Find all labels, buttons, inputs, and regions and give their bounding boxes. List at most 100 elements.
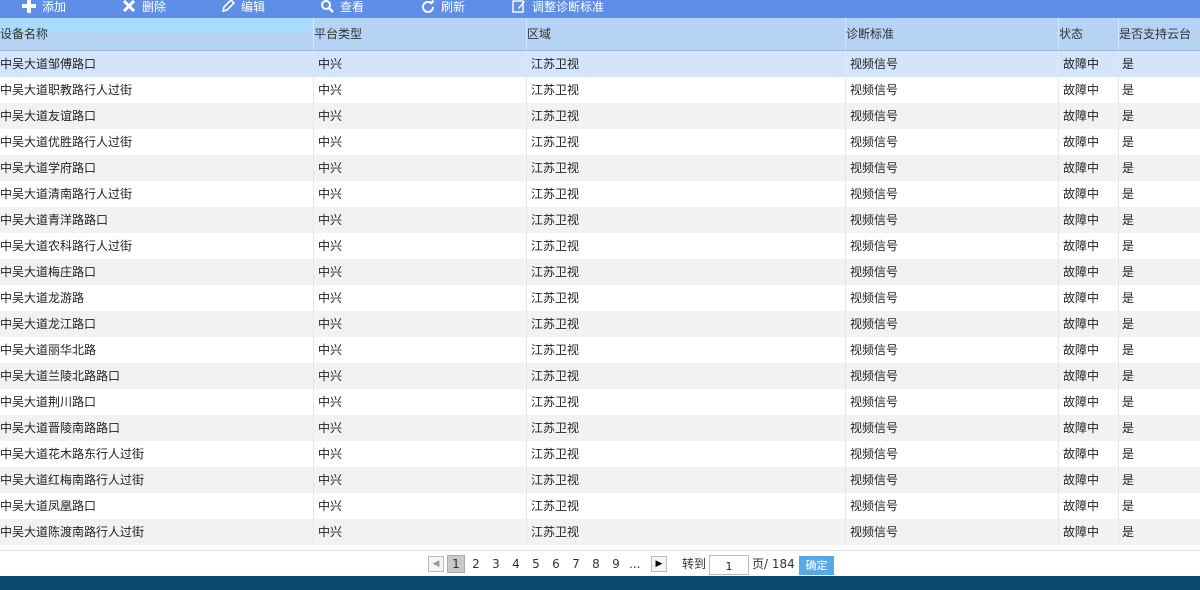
cell-diagnosis-standard: 视频信号 (845, 285, 1058, 311)
page-link-2[interactable]: 2 (467, 555, 485, 573)
cell-device-name: 中吴大道丽华北路 (0, 343, 97, 357)
table-row[interactable]: 中吴大道农科路行人过街 中兴 江苏卫视 视频信号 故障中是 (0, 233, 1200, 259)
cell-status: 故障中 (1058, 129, 1118, 155)
cell-ptz-support: 是 (1118, 103, 1200, 129)
page-link-6[interactable]: 6 (547, 555, 565, 573)
header-diagnosis-standard[interactable]: 诊断标准 (845, 18, 1058, 50)
cell-platform-type: 中兴 (313, 259, 526, 285)
header-platform-type[interactable]: 平台类型 (313, 18, 526, 50)
header-device-name[interactable]: 设备名称 (0, 18, 313, 50)
cell-region: 江苏卫视 (526, 259, 845, 285)
table-row[interactable]: 中吴大道丽华北路 中兴 江苏卫视 视频信号 故障中是 (0, 337, 1200, 363)
table-row[interactable]: 中吴大道晋陵南路路口 中兴 江苏卫视 视频信号 故障中是 (0, 415, 1200, 441)
cell-diagnosis-standard: 视频信号 (845, 207, 1058, 233)
add-button[interactable]: 添加 (22, 0, 66, 18)
table-row[interactable]: 中吴大道陈渡南路行人过街 中兴 江苏卫视 视频信号 故障中是 (0, 519, 1200, 545)
cell-status: 故障中 (1058, 77, 1118, 103)
cell-diagnosis-standard: 视频信号 (845, 337, 1058, 363)
cell-status: 故障中 (1058, 415, 1118, 441)
page-number-input[interactable]: 1 (709, 555, 749, 575)
cell-diagnosis-standard: 视频信号 (845, 155, 1058, 181)
cell-region: 江苏卫视 (526, 311, 845, 337)
cell-platform-type: 中兴 (313, 415, 526, 441)
cell-device-name: 中吴大道花木路东行人过街 (0, 447, 145, 461)
table-row[interactable]: 中吴大道花木路东行人过街 中兴 江苏卫视 视频信号 故障中是 (0, 441, 1200, 467)
footer-bar (0, 576, 1200, 590)
header-status[interactable]: 状态 (1058, 18, 1118, 50)
cell-device-name: 中吴大道兰陵北路路口 (0, 369, 121, 383)
header-ptz-support[interactable]: 是否支持云台 (1118, 18, 1200, 50)
cell-platform-type: 中兴 (313, 51, 526, 77)
cell-diagnosis-standard: 视频信号 (845, 467, 1058, 493)
page-link-9[interactable]: 9 (607, 555, 625, 573)
cell-device-name: 中吴大道荆川路口 (0, 395, 97, 409)
cell-region: 江苏卫视 (526, 415, 845, 441)
cell-device-name: 中吴大道凤凰路口 (0, 499, 97, 513)
cell-ptz-support: 是 (1118, 181, 1200, 207)
cell-status: 故障中 (1058, 207, 1118, 233)
table-row[interactable]: 中吴大道梅庄路口 中兴 江苏卫视 视频信号 故障中是 (0, 259, 1200, 285)
cell-ptz-support: 是 (1118, 441, 1200, 467)
cell-status: 故障中 (1058, 233, 1118, 259)
cell-platform-type: 中兴 (313, 155, 526, 181)
cell-region: 江苏卫视 (526, 493, 845, 519)
delete-button[interactable]: 删除 (122, 0, 166, 18)
table-row[interactable]: 中吴大道青洋路路口 中兴 江苏卫视 视频信号 故障中是 (0, 207, 1200, 233)
next-page-button[interactable]: ▶ (651, 556, 667, 572)
adjust-standard-button[interactable]: 调整诊断标准 (512, 0, 604, 18)
table-row[interactable]: 中吴大道龙江路口 中兴 江苏卫视 视频信号 故障中是 (0, 311, 1200, 337)
header-region[interactable]: 区域 (526, 18, 845, 50)
cell-status: 故障中 (1058, 51, 1118, 77)
cell-ptz-support: 是 (1118, 155, 1200, 181)
table-body: 中吴大道邹傅路口 中兴 江苏卫视 视频信号 故障中是中吴大道职教路行人过街 中兴 江苏卫视视… (0, 51, 1200, 545)
cell-ptz-support: 是 (1118, 363, 1200, 389)
page-link-5[interactable]: 5 (527, 555, 545, 573)
cell-ptz-support: 是 (1118, 389, 1200, 415)
plus-icon (22, 0, 36, 13)
edit-button[interactable]: 编辑 (221, 0, 265, 18)
table-row[interactable]: 中吴大道凤凰路口 中兴 江苏卫视 视频信号 故障中是 (0, 493, 1200, 519)
table-row[interactable]: 中吴大道友谊路口 中兴 江苏卫视 视频信号 故障中是 (0, 103, 1200, 129)
cell-region: 江苏卫视 (526, 389, 845, 415)
cell-diagnosis-standard: 视频信号 (845, 415, 1058, 441)
cell-diagnosis-standard: 视频信号 (845, 77, 1058, 103)
page-link-8[interactable]: 8 (587, 555, 605, 573)
confirm-button[interactable]: 确定 (799, 556, 834, 575)
cell-platform-type: 中兴 (313, 363, 526, 389)
page-link-3[interactable]: 3 (487, 555, 505, 573)
cell-platform-type: 中兴 (313, 207, 526, 233)
table-row[interactable]: 中吴大道职教路行人过街 中兴 江苏卫视 视频信号 故障中是 (0, 77, 1200, 103)
table-row[interactable]: 中吴大道红梅南路行人过街 中兴 江苏卫视 视频信号 故障中是 (0, 467, 1200, 493)
table-row[interactable]: 中吴大道学府路口 中兴 江苏卫视 视频信号 故障中是 (0, 155, 1200, 181)
cell-status: 故障中 (1058, 389, 1118, 415)
cell-diagnosis-standard: 视频信号 (845, 441, 1058, 467)
table-row[interactable]: 中吴大道清南路行人过街 中兴 江苏卫视 视频信号 故障中是 (0, 181, 1200, 207)
cell-region: 江苏卫视 (526, 285, 845, 311)
caret-left-icon: ◀ (432, 559, 440, 569)
cell-status: 故障中 (1058, 493, 1118, 519)
cell-diagnosis-standard: 视频信号 (845, 51, 1058, 77)
adjust-standard-label: 调整诊断标准 (532, 0, 605, 14)
cell-device-name: 中吴大道邹傅路口 (0, 57, 97, 71)
cell-device-name: 中吴大道红梅南路行人过街 (0, 473, 145, 487)
prev-page-button[interactable]: ◀ (428, 556, 444, 572)
page-link-1[interactable]: 1 (447, 555, 465, 573)
table-row[interactable]: 中吴大道邹傅路口 中兴 江苏卫视 视频信号 故障中是 (0, 51, 1200, 77)
cell-region: 江苏卫视 (526, 155, 845, 181)
table-row[interactable]: 中吴大道兰陵北路路口 中兴 江苏卫视 视频信号 故障中是 (0, 363, 1200, 389)
cell-diagnosis-standard: 视频信号 (845, 519, 1058, 545)
cell-region: 江苏卫视 (526, 441, 845, 467)
cell-device-name: 中吴大道清南路行人过街 (0, 187, 133, 201)
table-row[interactable]: 中吴大道优胜路行人过街 中兴 江苏卫视 视频信号 故障中是 (0, 129, 1200, 155)
table-row[interactable]: 中吴大道荆川路口 中兴 江苏卫视 视频信号 故障中是 (0, 389, 1200, 415)
refresh-button[interactable]: 刷新 (421, 0, 465, 18)
cell-ptz-support: 是 (1118, 129, 1200, 155)
cell-platform-type: 中兴 (313, 181, 526, 207)
table-row[interactable]: 中吴大道龙游路 中兴 江苏卫视 视频信号 故障中是 (0, 285, 1200, 311)
view-button[interactable]: 查看 (320, 0, 364, 18)
add-label: 添加 (42, 0, 67, 14)
page-link-4[interactable]: 4 (507, 555, 525, 573)
page-link-7[interactable]: 7 (567, 555, 585, 573)
view-label: 查看 (340, 0, 365, 14)
cell-device-name: 中吴大道陈渡南路行人过街 (0, 525, 145, 539)
